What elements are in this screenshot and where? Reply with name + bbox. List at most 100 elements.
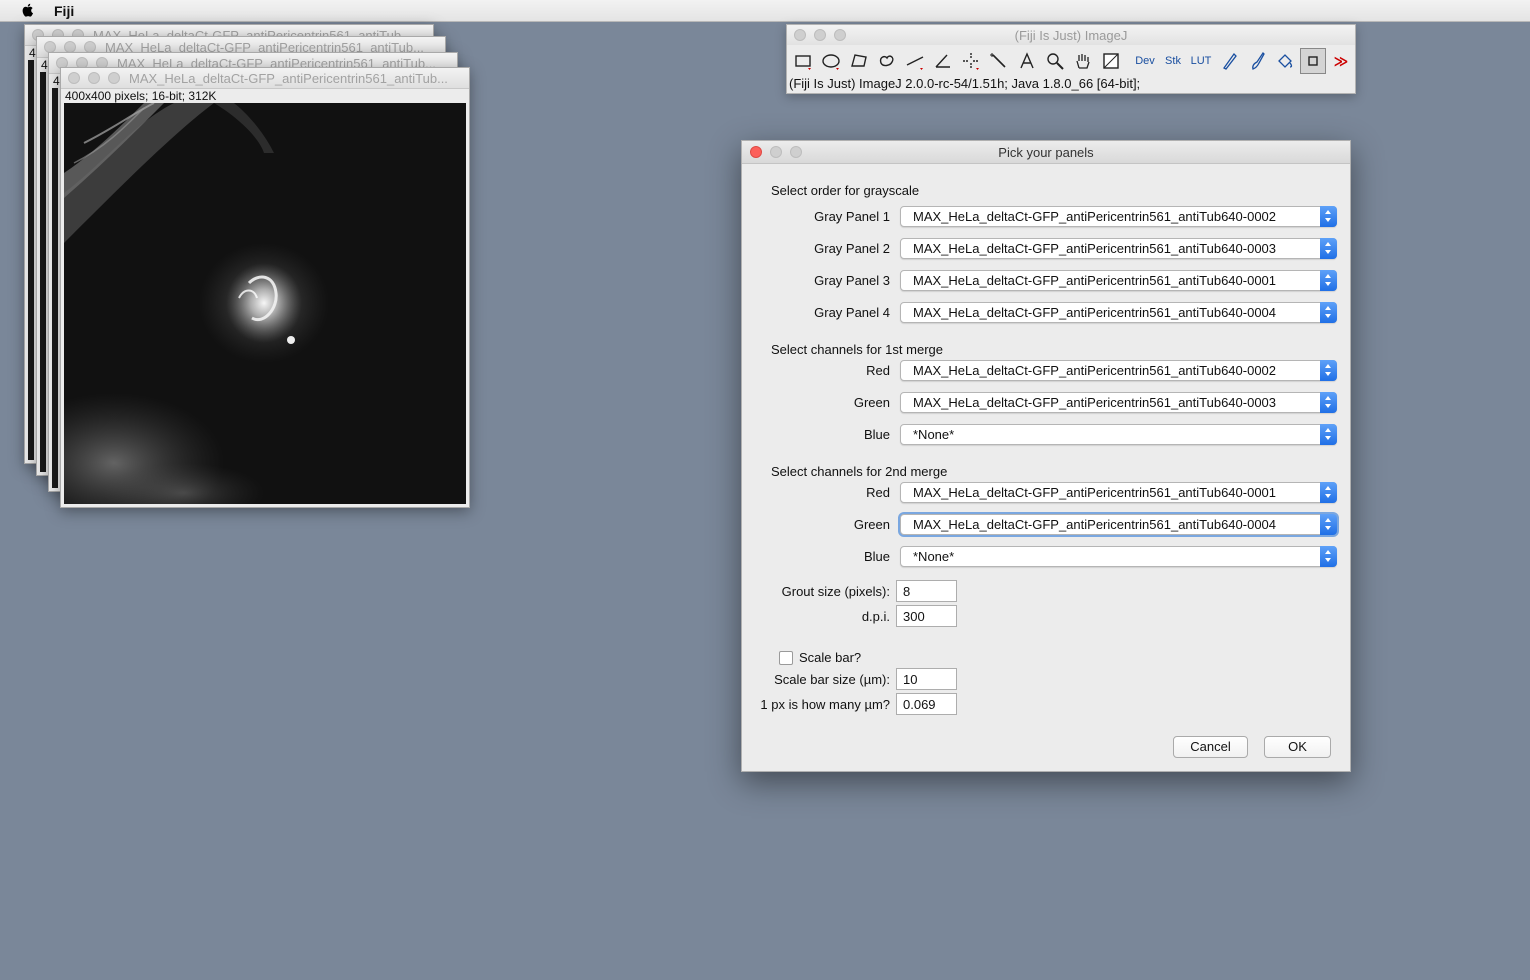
- cancel-button[interactable]: Cancel: [1173, 736, 1248, 758]
- polygon-tool-icon[interactable]: [846, 48, 872, 74]
- select-value: MAX_HeLa_deltaCt-GFP_antiPericentrin561_…: [913, 485, 1277, 500]
- hand-tool-icon[interactable]: [1070, 48, 1096, 74]
- color-picker-tool-icon[interactable]: [1098, 48, 1124, 74]
- more-tools-icon[interactable]: ≫: [1328, 48, 1354, 74]
- ok-button[interactable]: OK: [1264, 736, 1331, 758]
- merge2-red-select[interactable]: MAX_HeLa_deltaCt-GFP_antiPericentrin561_…: [900, 482, 1337, 503]
- dialog-titlebar[interactable]: Pick your panels: [742, 141, 1350, 164]
- stk-label: Stk: [1165, 55, 1181, 67]
- flood-fill-tool-icon[interactable]: [1272, 48, 1298, 74]
- window-titlebar[interactable]: MAX_HeLa_deltaCt-GFP_antiPericentrin561_…: [61, 68, 469, 89]
- merge1-header: Select channels for 1st merge: [771, 342, 943, 357]
- image-edge: [52, 88, 58, 488]
- select-value: MAX_HeLa_deltaCt-GFP_antiPericentrin561_…: [913, 395, 1277, 410]
- window-title: (Fiji Is Just) ImageJ: [1014, 28, 1128, 43]
- dialog-title: Pick your panels: [998, 145, 1094, 160]
- merge2-blue-label: Blue: [863, 549, 890, 564]
- merge2-header: Select channels for 2nd merge: [771, 464, 948, 479]
- minimize-icon[interactable]: [88, 72, 100, 84]
- scale-bar-size-input[interactable]: 10: [896, 668, 957, 690]
- gray-panel-4-label: Gray Panel 4: [814, 305, 890, 320]
- select-value: MAX_HeLa_deltaCt-GFP_antiPericentrin561_…: [913, 305, 1277, 320]
- line-tool-icon[interactable]: [902, 48, 928, 74]
- zoom-icon[interactable]: [108, 72, 120, 84]
- selected-tool-icon[interactable]: [1300, 48, 1326, 74]
- gray-panel-3-select[interactable]: MAX_HeLa_deltaCt-GFP_antiPericentrin561_…: [900, 270, 1337, 291]
- merge1-blue-label: Blue: [863, 427, 890, 442]
- magnifier-tool-icon[interactable]: [1042, 48, 1068, 74]
- gray-panel-2-select[interactable]: MAX_HeLa_deltaCt-GFP_antiPericentrin561_…: [900, 238, 1337, 259]
- gray-panel-1-select[interactable]: MAX_HeLa_deltaCt-GFP_antiPericentrin561_…: [900, 206, 1337, 227]
- pick-panels-dialog[interactable]: Pick your panels Select order for graysc…: [741, 140, 1351, 772]
- pixel-size-input[interactable]: 0.069: [896, 693, 957, 715]
- microscopy-image: [64, 103, 466, 504]
- menu-bar: Fiji: [0, 0, 1530, 22]
- select-value: MAX_HeLa_deltaCt-GFP_antiPericentrin561_…: [913, 273, 1277, 288]
- app-menu-fiji[interactable]: Fiji: [54, 3, 74, 19]
- gray-panel-1-label: Gray Panel 1: [814, 209, 890, 224]
- select-value: MAX_HeLa_deltaCt-GFP_antiPericentrin561_…: [913, 241, 1277, 256]
- oval-tool-icon[interactable]: [818, 48, 844, 74]
- apple-logo-icon[interactable]: [20, 2, 36, 18]
- gray-panel-3-label: Gray Panel 3: [814, 273, 890, 288]
- close-icon[interactable]: [68, 72, 80, 84]
- merge2-red-label: Red: [866, 485, 890, 500]
- microscopy-image-canvas[interactable]: [64, 103, 466, 504]
- dev-label: Dev: [1135, 55, 1155, 67]
- scale-bar-size-label: Scale bar size (µm):: [774, 672, 890, 687]
- gray-panel-4-select[interactable]: MAX_HeLa_deltaCt-GFP_antiPericentrin561_…: [900, 302, 1337, 323]
- chevron-updown-icon: [1320, 270, 1337, 291]
- chevron-updown-icon: [1320, 424, 1337, 445]
- gray-panel-2-label: Gray Panel 2: [814, 241, 890, 256]
- merge2-green-label: Green: [853, 517, 890, 532]
- merge2-green-select[interactable]: MAX_HeLa_deltaCt-GFP_antiPericentrin561_…: [900, 514, 1337, 535]
- angle-tool-icon[interactable]: [930, 48, 956, 74]
- wand-tool-icon[interactable]: [986, 48, 1012, 74]
- imagej-toolbar-window[interactable]: (Fiji Is Just) ImageJ Dev Stk LUT ≫ (Fij…: [786, 24, 1356, 94]
- more-label: ≫: [1333, 52, 1349, 69]
- rectangle-tool-icon[interactable]: [790, 48, 816, 74]
- merge1-green-label: Green: [853, 395, 890, 410]
- status-bar: (Fiji Is Just) ImageJ 2.0.0-rc-54/1.51h;…: [789, 76, 1141, 91]
- dev-menu-icon[interactable]: Dev: [1132, 48, 1158, 74]
- select-value: *None*: [913, 549, 955, 564]
- chevron-updown-icon: [1320, 238, 1337, 259]
- stk-menu-icon[interactable]: Stk: [1160, 48, 1186, 74]
- image-info: 400x400 pixels; 16-bit; 312K: [65, 89, 217, 103]
- freehand-tool-icon[interactable]: [874, 48, 900, 74]
- image-edge: [40, 72, 46, 472]
- point-tool-icon[interactable]: [958, 48, 984, 74]
- image-info: 4: [53, 74, 60, 88]
- grout-size-label: Grout size (pixels):: [781, 584, 890, 599]
- lut-label: LUT: [1190, 55, 1212, 67]
- merge2-blue-select[interactable]: *None*: [900, 546, 1337, 567]
- chevron-updown-icon: [1320, 514, 1337, 535]
- image-info: 4: [41, 58, 48, 72]
- text-tool-icon[interactable]: [1014, 48, 1040, 74]
- merge1-green-select[interactable]: MAX_HeLa_deltaCt-GFP_antiPericentrin561_…: [900, 392, 1337, 413]
- dpi-input[interactable]: 300: [896, 605, 957, 627]
- scale-bar-label: Scale bar?: [799, 650, 862, 665]
- lut-menu-icon[interactable]: LUT: [1188, 48, 1214, 74]
- pencil-tool-icon[interactable]: [1216, 48, 1242, 74]
- chevron-updown-icon: [1320, 302, 1337, 323]
- window-title: MAX_HeLa_deltaCt-GFP_antiPericentrin561_…: [129, 71, 448, 86]
- pixel-size-label: 1 px is how many µm?: [760, 697, 890, 712]
- grayscale-header: Select order for grayscale: [771, 183, 920, 198]
- chevron-updown-icon: [1320, 206, 1337, 227]
- window-titlebar[interactable]: (Fiji Is Just) ImageJ: [787, 25, 1355, 45]
- merge1-red-select[interactable]: MAX_HeLa_deltaCt-GFP_antiPericentrin561_…: [900, 360, 1337, 381]
- grout-size-input[interactable]: 8: [896, 580, 957, 602]
- image-info: 4: [29, 46, 36, 60]
- chevron-updown-icon: [1320, 546, 1337, 567]
- merge1-blue-select[interactable]: *None*: [900, 424, 1337, 445]
- select-value: MAX_HeLa_deltaCt-GFP_antiPericentrin561_…: [913, 363, 1277, 378]
- tool-strip: Dev Stk LUT ≫: [790, 48, 1356, 74]
- select-value: MAX_HeLa_deltaCt-GFP_antiPericentrin561_…: [913, 209, 1277, 224]
- dpi-label: d.p.i.: [861, 609, 890, 624]
- brush-tool-icon[interactable]: [1244, 48, 1270, 74]
- scale-bar-checkbox[interactable]: [779, 651, 793, 665]
- merge1-red-label: Red: [866, 363, 890, 378]
- select-value: *None*: [913, 427, 955, 442]
- image-window-front[interactable]: MAX_HeLa_deltaCt-GFP_antiPericentrin561_…: [60, 67, 470, 508]
